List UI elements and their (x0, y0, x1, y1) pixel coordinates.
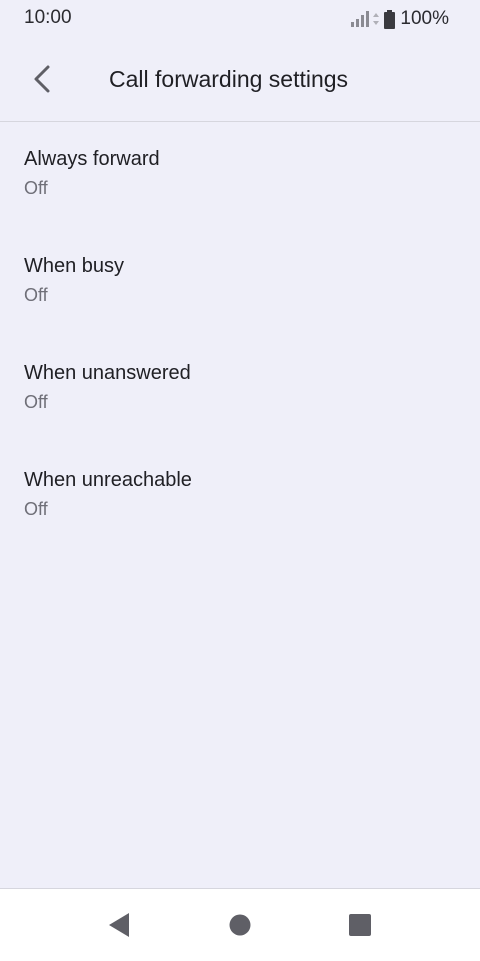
setting-title: When busy (24, 255, 125, 277)
setting-summary: Off (24, 285, 48, 305)
status-time: 10:00 (24, 7, 72, 28)
settings-list: Always forward Off When busy Off When un… (0, 122, 480, 550)
setting-when-busy[interactable]: When busy Off (0, 229, 480, 336)
setting-when-unreachable[interactable]: When unreachable Off (0, 443, 480, 550)
status-icons: 100% (351, 6, 449, 32)
back-button[interactable] (24, 59, 60, 99)
setting-summary: Off (24, 499, 48, 519)
battery-icon (384, 9, 396, 29)
app-bar: Call forwarding settings (0, 40, 480, 122)
battery-percentage: 100% (400, 8, 449, 29)
signal-icon (351, 11, 370, 27)
setting-when-unanswered[interactable]: When unanswered Off (0, 336, 480, 443)
status-bar: 10:00 100% (0, 0, 480, 40)
data-icon (373, 13, 380, 25)
page-title: Call forwarding settings (109, 66, 349, 92)
home-circle-icon (229, 914, 251, 936)
nav-recents-button[interactable] (344, 909, 376, 941)
setting-summary: Off (24, 178, 48, 198)
setting-title: Always forward (24, 148, 160, 170)
nav-back-button[interactable] (103, 909, 135, 941)
setting-title: When unanswered (24, 362, 191, 384)
setting-title: When unreachable (24, 469, 192, 491)
recents-square-icon (349, 914, 371, 936)
setting-summary: Off (24, 392, 48, 412)
chevron-left-icon (34, 65, 50, 93)
navigation-bar (0, 888, 480, 961)
back-triangle-icon (109, 913, 129, 937)
setting-always-forward[interactable]: Always forward Off (0, 122, 480, 229)
nav-home-button[interactable] (224, 909, 256, 941)
